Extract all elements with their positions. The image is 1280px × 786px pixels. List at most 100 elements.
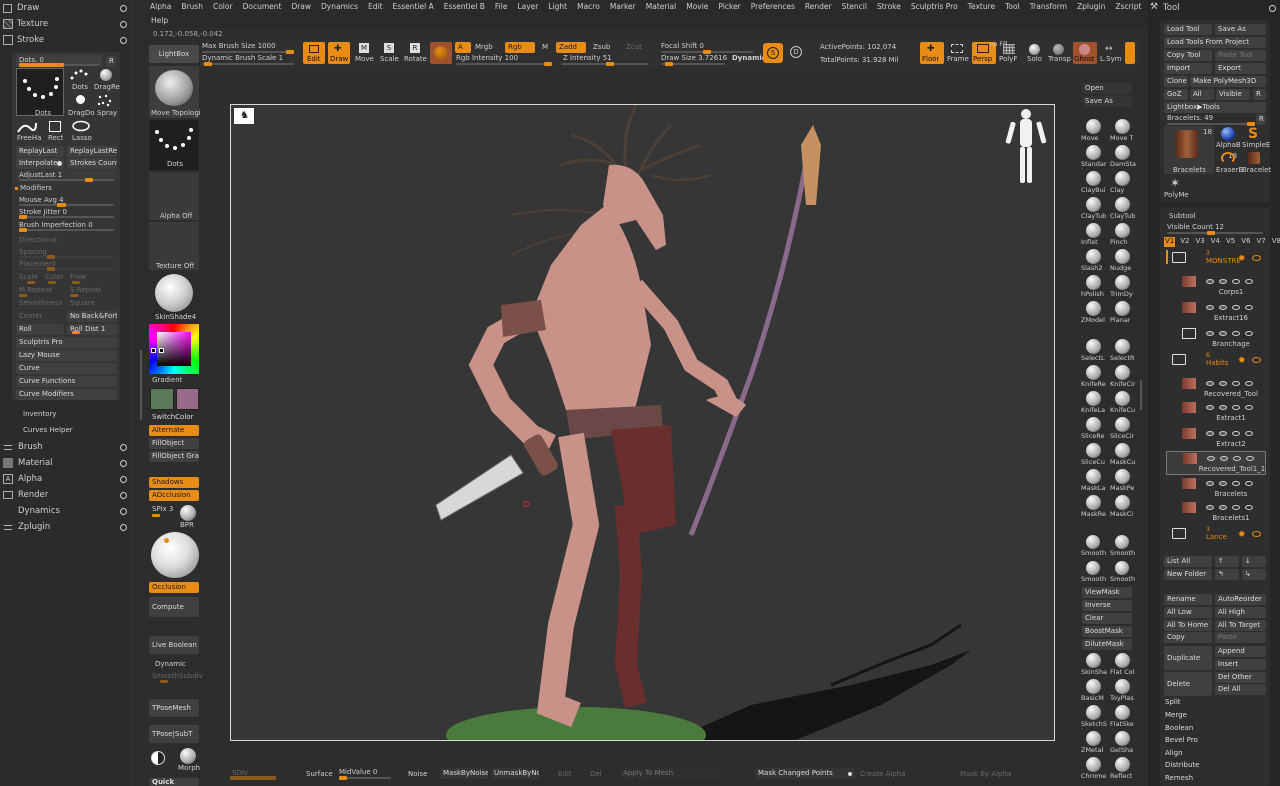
zplugin-popout-icon[interactable] — [120, 524, 127, 531]
menu-item[interactable]: Render — [805, 2, 832, 14]
left-alpha-header[interactable]: A Alpha — [3, 473, 127, 487]
goz-all-button[interactable]: All — [1190, 89, 1214, 100]
curve-modifiers-button[interactable]: Curve Modifiers — [16, 389, 117, 400]
left-brush-header[interactable]: Brush — [3, 441, 127, 455]
subtool-item[interactable]: Extract1 — [1166, 401, 1266, 425]
brush-slot[interactable]: Chrome — [1080, 756, 1108, 782]
alternate-toggle[interactable]: Alternate — [149, 425, 199, 436]
dynamics-popout-icon[interactable] — [120, 508, 127, 515]
dots-stroke-slot[interactable]: Dots — [149, 120, 199, 170]
move-mode-button[interactable]: M Move — [353, 42, 375, 64]
menu-item[interactable]: Preferences — [751, 2, 795, 14]
boolean-button[interactable]: Boolean — [1162, 723, 1268, 734]
menu-item[interactable]: Marker — [610, 2, 636, 14]
texture-slot[interactable]: Texture Off — [149, 222, 199, 270]
left-texture-header[interactable]: Texture — [3, 18, 127, 32]
brush-slot[interactable]: SliceCir — [1109, 416, 1137, 442]
subtool-option-icon[interactable] — [1206, 305, 1214, 310]
zadd-button[interactable]: Zadd — [556, 42, 586, 53]
new-folder-button[interactable]: New Folder — [1164, 569, 1212, 580]
m-repeat-slider[interactable]: M Repeat — [19, 286, 52, 294]
open-button[interactable]: Open — [1082, 83, 1132, 94]
material-popout-icon[interactable] — [120, 460, 127, 467]
mid-value-slider[interactable]: MidValue 0 — [338, 768, 394, 780]
replay-last-button[interactable]: ReplayLast — [16, 146, 64, 157]
noise-del-button[interactable]: Del — [590, 770, 602, 778]
subtool-version-tab[interactable]: V3 — [1195, 237, 1206, 247]
subtool-option-icon[interactable] — [1232, 405, 1240, 410]
scale-mode-button[interactable]: S Scale — [378, 42, 400, 64]
menu-item[interactable]: Color — [213, 2, 233, 14]
remesh-button[interactable]: Remesh — [1162, 773, 1268, 784]
duplicate-button[interactable]: Duplicate — [1164, 646, 1212, 670]
brush-slot[interactable]: DamSta — [1109, 144, 1137, 170]
del-all-button[interactable]: Del All — [1215, 684, 1266, 695]
brush-slot[interactable]: Smooth — [1109, 560, 1137, 586]
subtool-option-icon[interactable] — [1232, 481, 1240, 486]
lazy-mouse-button[interactable]: Lazy Mouse — [16, 350, 117, 361]
left-material-header[interactable]: Material — [3, 457, 127, 471]
subtool-option-icon[interactable] — [1232, 279, 1240, 284]
mrgb-button[interactable]: Mrgb — [475, 43, 493, 51]
mouse-avg-slider[interactable]: Mouse Avg 4 — [16, 195, 117, 207]
subtool-option-icon[interactable] — [1207, 456, 1215, 461]
transp-toggle[interactable]: Transp — [1047, 42, 1071, 64]
subtool-version-tab[interactable]: V4 — [1210, 237, 1221, 247]
floor-toggle[interactable]: ✚ Floor — [920, 42, 944, 64]
goz-r-button[interactable]: R — [1253, 89, 1266, 100]
adjust-last-slider[interactable]: AdjustLast 1 — [16, 170, 117, 182]
folder-eye-icon[interactable] — [1252, 357, 1261, 363]
sculptris-pro-button[interactable]: Sculptris Pro — [16, 337, 117, 348]
save-as-button[interactable]: Save As — [1082, 96, 1132, 107]
brush-slot[interactable]: MaskCi — [1109, 494, 1137, 520]
primary-color-swatch[interactable] — [150, 388, 174, 410]
brush-slot[interactable]: ZMetal — [1080, 730, 1108, 756]
subtool-option-icon[interactable] — [1219, 405, 1227, 410]
quick-button[interactable]: Quick — [149, 778, 199, 786]
stroke-type-dragdot[interactable]: DragDo — [68, 93, 95, 117]
brush-slot[interactable]: ClayTub — [1080, 196, 1108, 222]
zcut-button[interactable]: Zcut — [626, 43, 642, 51]
bpr-button[interactable]: BPR — [177, 505, 199, 529]
brush-slot[interactable]: Smooth — [1080, 534, 1108, 560]
dilute-mask-button[interactable]: DiluteMask — [1082, 639, 1132, 650]
morph-button[interactable]: Morph — [150, 748, 200, 772]
modifiers-header[interactable]: Modifiers — [14, 184, 114, 194]
spacing-slider[interactable]: Spacing — [19, 248, 47, 256]
spix-slider[interactable]: SPix 3 — [152, 505, 173, 513]
unmask-by-noise-button[interactable]: UnmaskByNoi — [491, 768, 539, 779]
brush-slot[interactable]: SliceCu — [1080, 442, 1108, 468]
brush-slot[interactable]: ZModel — [1080, 300, 1108, 326]
menu-item[interactable]: Stroke — [877, 2, 901, 14]
smoothness-slider[interactable]: Smoothness — [19, 299, 62, 307]
quick-info-figure[interactable] — [1001, 105, 1051, 195]
lazy-mouse-toggle[interactable]: S — [763, 43, 783, 63]
bevel-pro-button[interactable]: Bevel Pro — [1162, 735, 1268, 746]
render-popout-icon[interactable] — [120, 492, 127, 499]
draw-popout-icon[interactable] — [120, 5, 127, 12]
left-render-header[interactable]: Render — [3, 489, 127, 503]
menu-item[interactable]: Edit — [368, 2, 383, 14]
menu-item[interactable]: Tool — [1005, 2, 1020, 14]
auto-reorder-button[interactable]: AutoReorder — [1215, 594, 1266, 605]
goz-button[interactable]: GoZ — [1164, 89, 1188, 100]
folder-eye-icon[interactable] — [1252, 255, 1261, 261]
move-top-button[interactable]: ↰ — [1215, 569, 1239, 580]
apply-to-mesh-button[interactable]: Apply To Mesh — [620, 768, 720, 779]
brush-slot[interactable]: MaskPe — [1109, 468, 1137, 494]
paste-subtool-button[interactable]: Paste — [1215, 632, 1266, 643]
toolbar-end-toggle[interactable] — [1125, 42, 1135, 64]
all-to-target-button[interactable]: All To Target — [1215, 620, 1266, 631]
rename-button[interactable]: Rename — [1164, 594, 1212, 605]
all-low-button[interactable]: All Low — [1164, 607, 1212, 618]
scale-slider[interactable]: Scale — [19, 273, 38, 281]
brush-slot[interactable]: FlatSke — [1109, 704, 1137, 730]
subtool-option-icon[interactable] — [1206, 331, 1214, 336]
polyf-toggle[interactable]: PolyF — [998, 42, 1022, 64]
subtool-option-icon[interactable] — [1232, 431, 1240, 436]
brush-slot[interactable]: SketchS — [1080, 704, 1108, 730]
subtool-option-icon[interactable] — [1219, 331, 1227, 336]
folder-gear-icon[interactable]: ✹ — [1238, 530, 1246, 540]
stroke-type-spray[interactable]: Spray — [94, 93, 120, 117]
subtool-item[interactable]: Corps1 — [1166, 275, 1266, 299]
